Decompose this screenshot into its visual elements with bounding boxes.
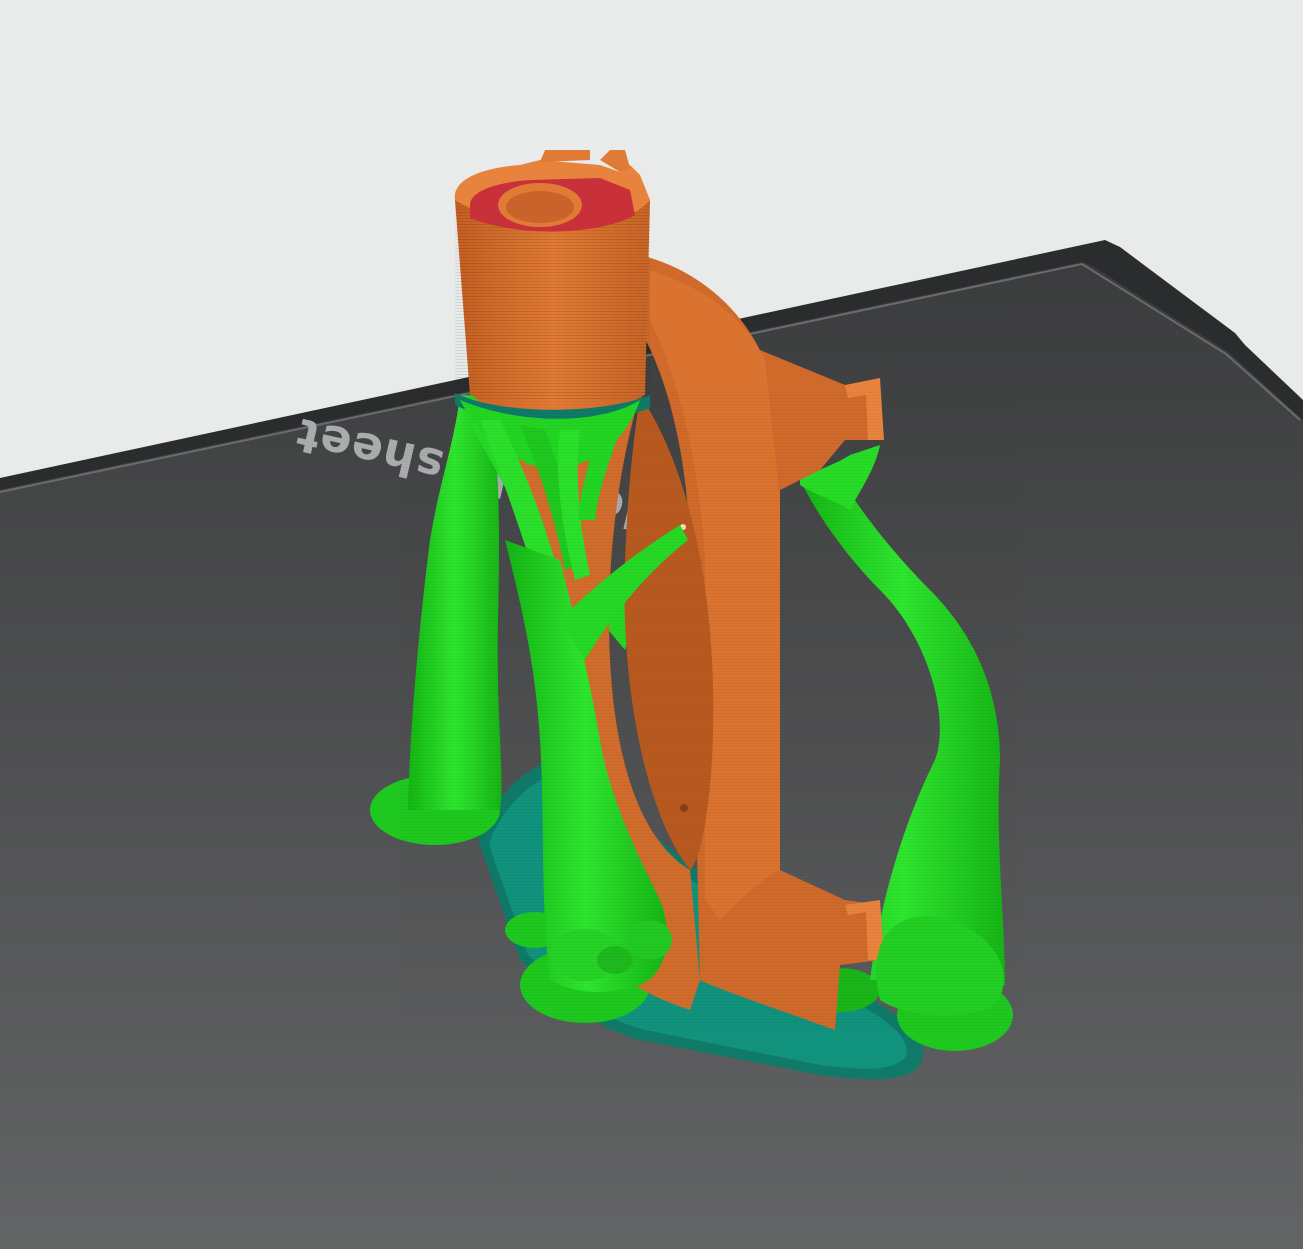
3d-preview-viewport[interactable]: ided PEI sheet bbox=[0, 0, 1303, 1249]
layer-texture bbox=[400, 390, 1020, 1030]
gcode-preview-scene[interactable]: ided PEI sheet bbox=[0, 0, 1303, 1249]
part-tower-hole-inner bbox=[506, 191, 574, 223]
part-top-tab bbox=[540, 150, 590, 162]
